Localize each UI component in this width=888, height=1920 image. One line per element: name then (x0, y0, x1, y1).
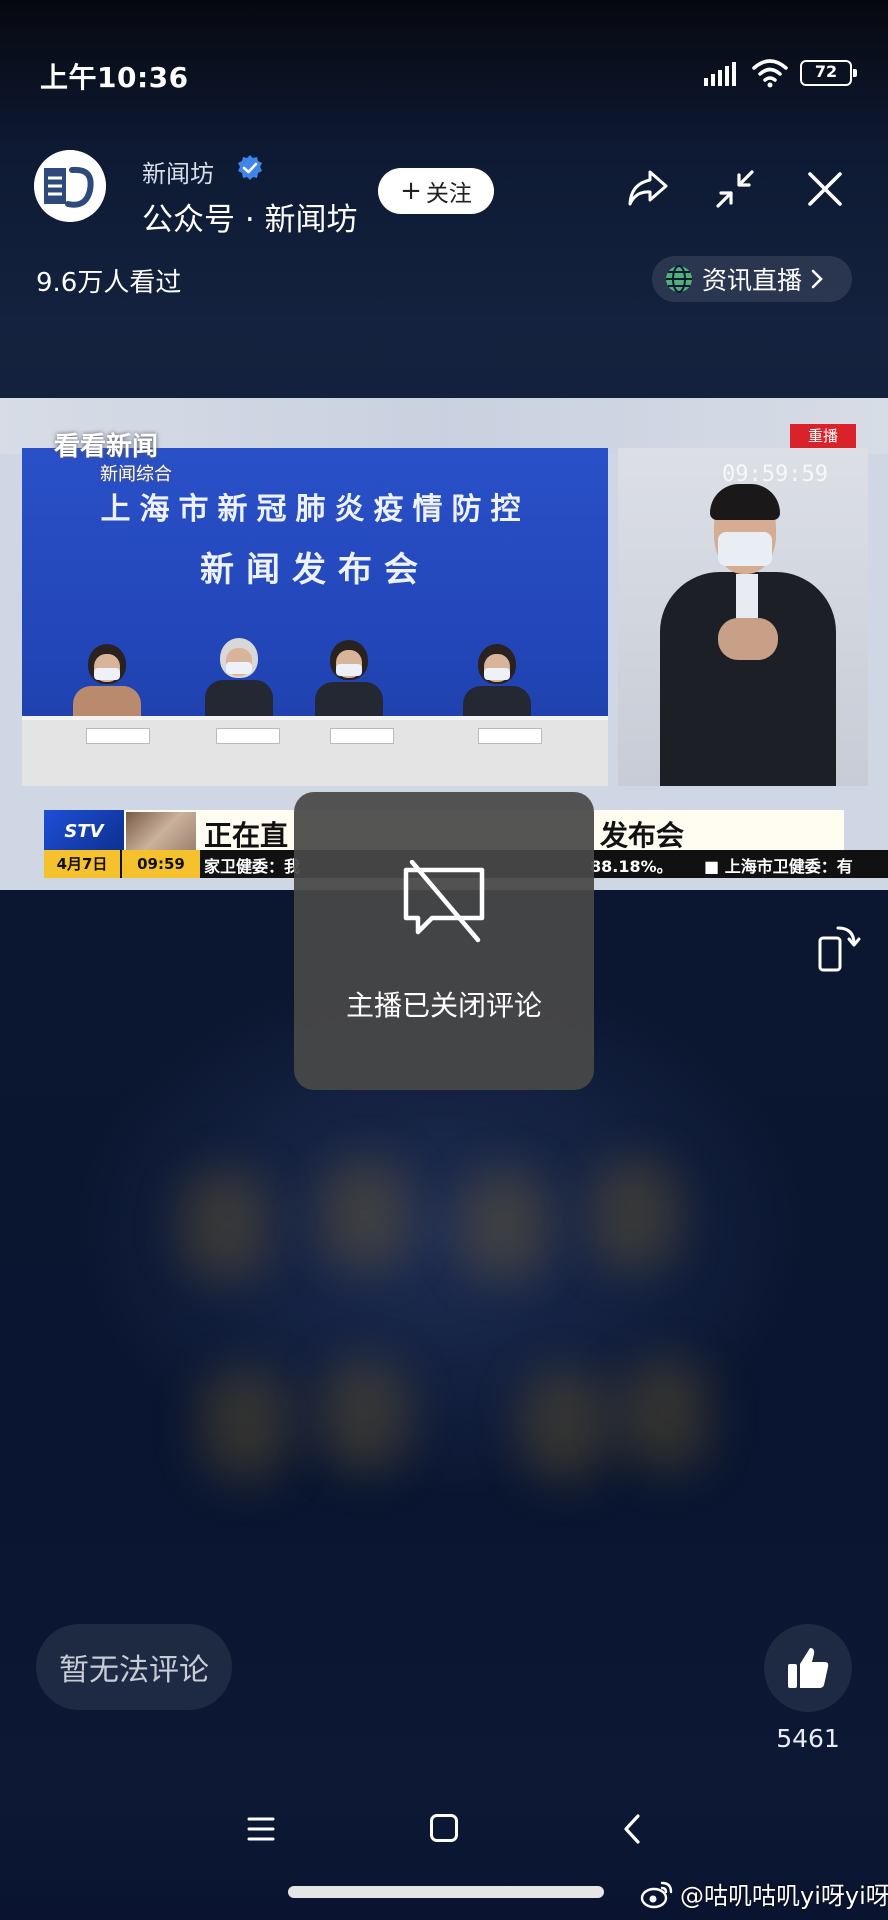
channel-watermark-sub: 新闻综合 (100, 464, 172, 485)
like-button[interactable] (764, 1624, 852, 1712)
close-icon[interactable] (806, 170, 844, 208)
nameplate (86, 728, 150, 744)
weibo-watermark: @咕叽咕叽yi呀yi呀 (640, 1876, 888, 1911)
wifi-icon (752, 59, 788, 88)
ticker-clock: 09:59 (122, 850, 200, 878)
toast-message: 主播已关闭评论 (345, 989, 542, 1022)
comment-disabled-icon (403, 860, 485, 943)
ticker-thumbnail (126, 812, 196, 854)
ticker-headline-start: 正在直 (204, 819, 289, 852)
rotate-screen-icon[interactable] (814, 922, 862, 974)
news-live-chip[interactable]: 资讯直播 (652, 256, 852, 302)
background-light (520, 1370, 610, 1480)
minimize-icon[interactable] (714, 168, 756, 210)
background-light (320, 1360, 410, 1470)
account-line: 公众号 · 新闻坊 (142, 202, 358, 238)
home-icon[interactable] (430, 1814, 458, 1842)
verified-icon (238, 155, 262, 180)
gesture-bar[interactable] (288, 1886, 604, 1898)
background-light (180, 1170, 270, 1280)
share-icon[interactable] (626, 168, 670, 208)
menu-icon[interactable] (246, 1814, 276, 1844)
background-light (460, 1170, 550, 1280)
signer-hands (718, 618, 778, 660)
comments-closed-toast: 主播已关闭评论 (294, 792, 594, 1090)
live-stream-screen: 上午10:36 72 新闻坊 公众号 · 新闻坊 + 关注 9.6万人看过 资讯… (0, 0, 888, 1920)
channel-name[interactable]: 新闻坊 (142, 154, 214, 189)
background-light (590, 1160, 680, 1270)
stv-logo: STV (44, 810, 124, 854)
nameplate (478, 728, 542, 744)
background-light (200, 1370, 290, 1480)
news-live-label: 资讯直播 (702, 266, 803, 295)
replay-badge: 重播 (790, 424, 856, 448)
backdrop-title: 上海市新冠肺炎疫情防控 (100, 492, 530, 527)
globe-icon (666, 265, 692, 293)
weibo-handle: @咕叽咕叽yi呀yi呀 (680, 1882, 888, 1910)
background-light (620, 1360, 710, 1470)
viewer-count: 9.6万人看过 (36, 268, 182, 298)
chevron-right-icon (811, 269, 823, 289)
sign-language-inset: 09:59:59 (618, 448, 868, 786)
follow-label: 关注 (425, 181, 472, 207)
signer-hair (710, 484, 780, 520)
ticker-date: 4月7日 (44, 850, 120, 878)
ticker-scroll-text: 88.18%。 (590, 857, 673, 876)
comment-input[interactable]: 暂无法评论 (36, 1624, 232, 1710)
backdrop-subtitle: 新闻发布会 (200, 550, 430, 590)
ticker-headline-end: 发布会 (600, 819, 685, 852)
plus-icon: + (400, 176, 422, 206)
like-count: 5461 (776, 1724, 840, 1753)
channel-logo-icon (34, 150, 106, 222)
channel-avatar[interactable] (34, 150, 106, 222)
nameplate (330, 728, 394, 744)
signer-mask (718, 532, 772, 566)
follow-button[interactable]: + 关注 (378, 168, 494, 214)
ticker-scroll-text: 家卫健委：我 (204, 857, 301, 876)
nameplate (216, 728, 280, 744)
weibo-icon (640, 1881, 673, 1908)
channel-watermark: 看看新闻 (54, 432, 159, 462)
battery-icon: 72 (800, 60, 857, 86)
signal-icon (704, 62, 736, 86)
ticker-scroll-text: ■ 上海市卫健委：有 (704, 857, 853, 876)
status-time: 上午10:36 (40, 61, 189, 94)
press-desk (22, 716, 608, 786)
back-icon[interactable] (618, 1812, 646, 1846)
background-light (320, 1160, 410, 1270)
thumbs-up-icon (788, 1648, 829, 1688)
